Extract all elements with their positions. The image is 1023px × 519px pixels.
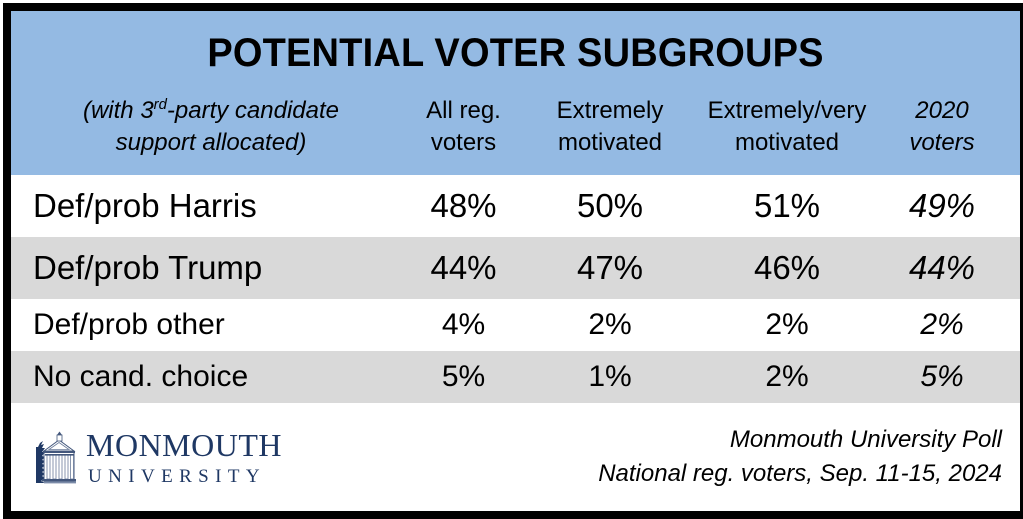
column-header-line2: motivated xyxy=(557,128,663,156)
header-note-line1-pre: (with 3 xyxy=(82,97,154,124)
table-row: Def/prob other 4% 2% 2% 2% xyxy=(11,299,1020,351)
row-value: 5% xyxy=(441,360,486,393)
row-value: 46% xyxy=(753,249,821,286)
logo-name: MONMOUTH xyxy=(86,426,282,463)
source-attribution: Monmouth University Poll National reg. v… xyxy=(598,423,1002,491)
column-header-line2: motivated xyxy=(734,128,840,156)
row-value: 1% xyxy=(588,360,632,393)
column-header-line1: Extremely/very xyxy=(707,97,867,124)
column-header-line1: 2020 xyxy=(915,97,969,124)
header-note-line2: support allocated) xyxy=(115,128,307,156)
column-header-2020-voters: 2020 voters xyxy=(880,95,1004,158)
header-note-ordinal-suffix: rd xyxy=(153,97,167,113)
header-note: (with 3rd-party candidate support alloca… xyxy=(11,95,401,158)
poll-table-card: POTENTIAL VOTER SUBGROUPS (with 3rd-part… xyxy=(3,3,1023,519)
row-value: 2% xyxy=(765,360,809,393)
logo-wordmark: MONMOUTH UNIVERSITY xyxy=(86,429,282,486)
row-value: 50% xyxy=(576,187,644,224)
header-note-line1: (with 3rd-party candidate xyxy=(83,97,339,124)
row-value: 5% xyxy=(920,360,964,393)
logo-subtitle: UNIVERSITY xyxy=(88,465,266,487)
column-header-line1: All reg. xyxy=(426,97,501,124)
column-header-extremely-very-motivated: Extremely/very motivated xyxy=(694,95,880,158)
column-header-line2: voters xyxy=(909,128,975,156)
row-value: 4% xyxy=(441,308,486,341)
table-row: No cand. choice 5% 1% 2% 5% xyxy=(11,351,1020,403)
table-footer: MONMOUTH UNIVERSITY Monmouth University … xyxy=(11,403,1020,511)
column-header-line2: voters xyxy=(430,128,497,156)
table-row: Def/prob Trump 44% 47% 46% 44% xyxy=(11,237,1020,299)
row-value: 48% xyxy=(430,187,497,224)
source-line-fielding: National reg. voters, Sep. 11-15, 2024 xyxy=(598,460,1002,487)
row-label: No cand. choice xyxy=(33,360,249,393)
row-value: 2% xyxy=(765,308,809,341)
row-value: 2% xyxy=(588,308,632,341)
row-label: Def/prob Harris xyxy=(33,187,257,224)
row-value: 2% xyxy=(920,308,964,341)
row-value: 49% xyxy=(908,187,976,224)
page-title: POTENTIAL VOTER SUBGROUPS xyxy=(207,31,824,75)
header-note-line1-post: -party candidate xyxy=(166,97,340,124)
row-label: Def/prob other xyxy=(33,308,225,341)
row-value: 51% xyxy=(753,187,821,224)
column-header-line1: Extremely xyxy=(556,97,664,124)
row-label: Def/prob Trump xyxy=(33,249,263,286)
table-header-band: POTENTIAL VOTER SUBGROUPS (with 3rd-part… xyxy=(11,11,1020,175)
monmouth-university-logo: MONMOUTH UNIVERSITY xyxy=(31,429,282,486)
source-line-poll: Monmouth University Poll xyxy=(729,425,1002,453)
column-header-extremely-motivated: Extremely motivated xyxy=(526,95,694,158)
row-value: 44% xyxy=(908,249,976,286)
row-value: 44% xyxy=(430,249,497,286)
row-value: 47% xyxy=(576,249,644,286)
column-header-all-reg-voters: All reg. voters xyxy=(401,95,526,158)
table-row: Def/prob Harris 48% 50% 51% 49% xyxy=(11,175,1020,237)
column-header-row: (with 3rd-party candidate support alloca… xyxy=(11,95,1020,158)
wilson-hall-building-icon xyxy=(36,431,76,484)
